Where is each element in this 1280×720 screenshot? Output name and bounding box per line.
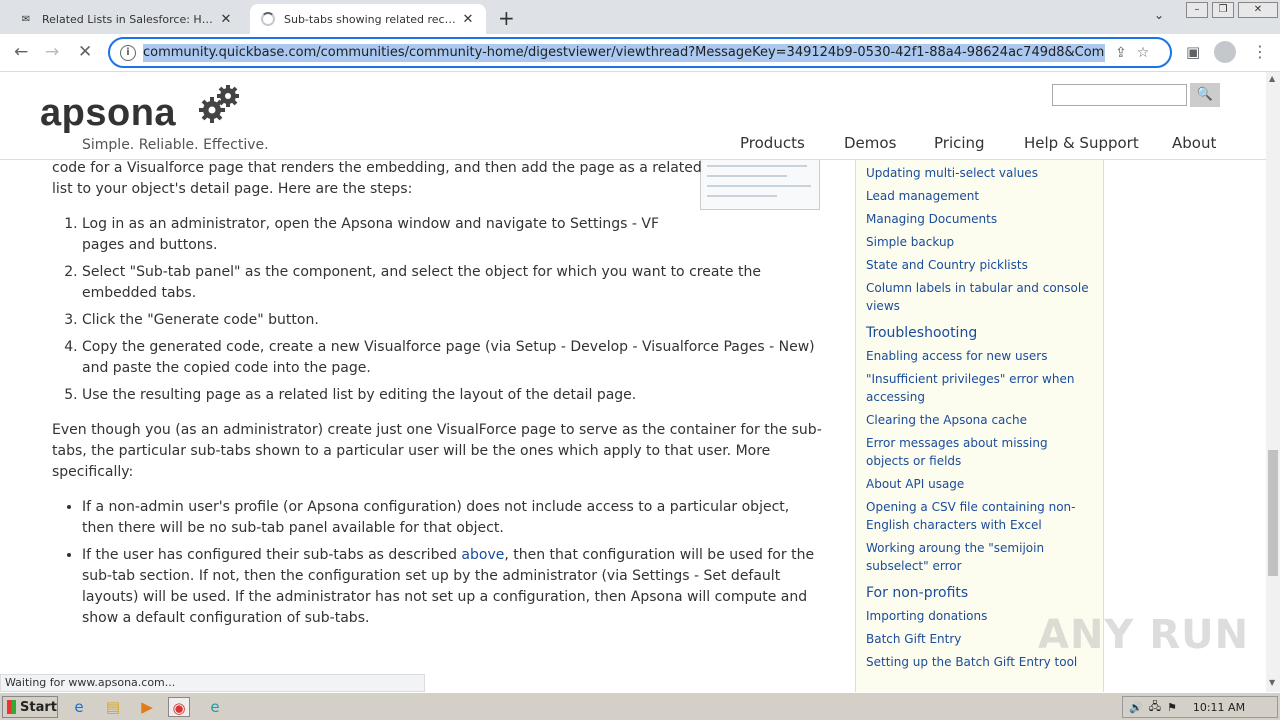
scrollbar-thumb[interactable] (1268, 450, 1278, 576)
minimize-button[interactable]: – (1186, 2, 1208, 18)
chrome-icon[interactable]: ◉ (168, 697, 190, 717)
profile-avatar[interactable] (1214, 41, 1236, 63)
browser-toolbar: ← → ✕ i community.quickbase.com/communit… (0, 34, 1280, 72)
close-tab-icon[interactable]: ✕ (460, 12, 476, 27)
nav-about[interactable]: About (1172, 134, 1216, 152)
file-explorer-icon[interactable]: ▤ (102, 697, 124, 717)
status-bar: Waiting for www.apsona.com... (0, 674, 425, 692)
web-page: code for a Visualforce page that renders… (0, 72, 1266, 692)
close-window-button[interactable]: ✕ (1238, 2, 1278, 18)
windows-flag-icon (7, 700, 17, 714)
tab-title: Related Lists in Salesforce: How to S (42, 12, 218, 26)
internet-explorer-icon[interactable]: e (68, 697, 90, 717)
new-tab-button[interactable]: + (498, 6, 515, 30)
page-scrollbar[interactable]: ▲ ▼ (1266, 72, 1280, 692)
close-tab-icon[interactable]: ✕ (218, 12, 234, 27)
tab-strip: ✉ Related Lists in Salesforce: How to S … (0, 0, 1280, 34)
tagline: Simple. Reliable. Effective. (82, 137, 269, 153)
search-icon: 🔍 (1196, 87, 1214, 102)
address-bar[interactable]: i community.quickbase.com/communities/co… (108, 37, 1172, 68)
bookmark-star-icon[interactable]: ☆ (1137, 45, 1150, 61)
sidebar-link[interactable]: "Insufficient privileges" error when acc… (866, 370, 1093, 406)
anyrun-watermark: ANY RUN (1038, 612, 1250, 658)
site-info-icon[interactable]: i (120, 44, 136, 61)
clock[interactable]: 10:11 AM (1193, 701, 1245, 714)
tab-sub-tabs[interactable]: Sub-tabs showing related records - A ✕ (250, 4, 486, 34)
nav-help-support[interactable]: Help & Support (1024, 134, 1139, 152)
step-item: Use the resulting page as a related list… (82, 385, 822, 406)
tab-related-lists[interactable]: ✉ Related Lists in Salesforce: How to S … (8, 4, 244, 34)
steps-list: Log in as an administrator, open the Aps… (52, 214, 822, 406)
scroll-down-arrow-icon[interactable]: ▼ (1269, 678, 1275, 687)
windows-taskbar: Start e ▤ ▶ ◉ e 🔊 🖧 ⚑ 10:11 AM (0, 692, 1280, 720)
window-controls: – ❐ ✕ (1182, 0, 1278, 18)
sidebar-link[interactable]: About API usage (866, 475, 1093, 493)
scroll-up-arrow-icon[interactable]: ▲ (1269, 74, 1275, 83)
specifics-paragraph: Even though you (as an administrator) cr… (52, 422, 822, 480)
menu-kebab-icon[interactable]: ⋮ (1252, 42, 1268, 61)
intro-paragraph: code for a Visualforce page that renders… (52, 160, 702, 197)
site-search-input[interactable] (1052, 84, 1187, 106)
side-panel-icon[interactable]: ▣ (1186, 43, 1200, 61)
rule-item: If the user has configured their sub-tab… (82, 545, 822, 629)
step-item: Select "Sub-tab panel" as the component,… (82, 262, 822, 304)
search-button[interactable]: 🔍 (1190, 83, 1220, 107)
sidebar-link[interactable]: Working aroung the "semijoin subselect" … (866, 539, 1093, 575)
gears-icon (199, 85, 239, 123)
sidebar-link[interactable]: Managing Documents (866, 210, 1093, 228)
sidebar-link[interactable]: Column labels in tabular and console vie… (866, 279, 1093, 315)
sidebar-link[interactable]: Simple backup (866, 233, 1093, 251)
tab-title: Sub-tabs showing related records - A (284, 12, 460, 26)
restore-button[interactable]: ❐ (1212, 2, 1234, 18)
stop-loading-icon[interactable]: ✕ (78, 42, 92, 62)
loading-spinner-icon (260, 11, 276, 27)
above-link[interactable]: above (461, 547, 504, 563)
forward-arrow-icon[interactable]: → (45, 42, 59, 62)
start-button[interactable]: Start (2, 696, 58, 718)
step-item: Copy the generated code, create a new Vi… (82, 337, 822, 379)
flag-icon[interactable]: ⚑ (1167, 701, 1177, 714)
edge-icon[interactable]: e (204, 697, 226, 717)
sidebar-link[interactable]: Updating multi-select values (866, 164, 1093, 182)
share-icon[interactable]: ⇪ (1115, 45, 1127, 61)
sidebar-link[interactable]: Clearing the Apsona cache (866, 411, 1093, 429)
volume-icon[interactable]: 🔊 (1129, 701, 1143, 714)
article-body: code for a Visualforce page that renders… (52, 158, 822, 643)
tab-search-chevron-icon[interactable]: ⌄ (1154, 8, 1164, 22)
nav-pricing[interactable]: Pricing (934, 134, 985, 152)
troubleshooting-heading: Troubleshooting (866, 325, 978, 341)
apsona-logo[interactable]: apsona (40, 92, 176, 135)
nav-demos[interactable]: Demos (844, 134, 896, 152)
step-item: Log in as an administrator, open the Aps… (82, 214, 682, 256)
sidebar-link[interactable]: Lead management (866, 187, 1093, 205)
back-arrow-icon[interactable]: ← (14, 42, 28, 62)
rules-list: If a non-admin user's profile (or Apsona… (52, 497, 822, 629)
mail-icon: ✉ (21, 13, 31, 25)
nav-products[interactable]: Products (740, 134, 805, 152)
network-icon[interactable]: 🖧 (1149, 698, 1161, 717)
sidebar-link[interactable]: Opening a CSV file containing non-Englis… (866, 498, 1093, 534)
sidebar-link[interactable]: Enabling access for new users (866, 347, 1093, 365)
sidebar-link[interactable]: Error messages about missing objects or … (866, 434, 1093, 470)
rule-item: If a non-admin user's profile (or Apsona… (82, 497, 822, 539)
sidebar-link[interactable]: State and Country picklists (866, 256, 1093, 274)
system-tray: 🔊 🖧 ⚑ 10:11 AM (1122, 696, 1278, 718)
nonprofits-heading: For non-profits (866, 585, 969, 601)
site-header: apsona Simple. Reliable. Effective. 🔍 Pr… (0, 72, 1266, 160)
media-player-icon[interactable]: ▶ (136, 697, 158, 717)
step-item: Click the "Generate code" button. (82, 310, 822, 331)
url-text[interactable]: community.quickbase.com/communities/comm… (143, 43, 1105, 62)
